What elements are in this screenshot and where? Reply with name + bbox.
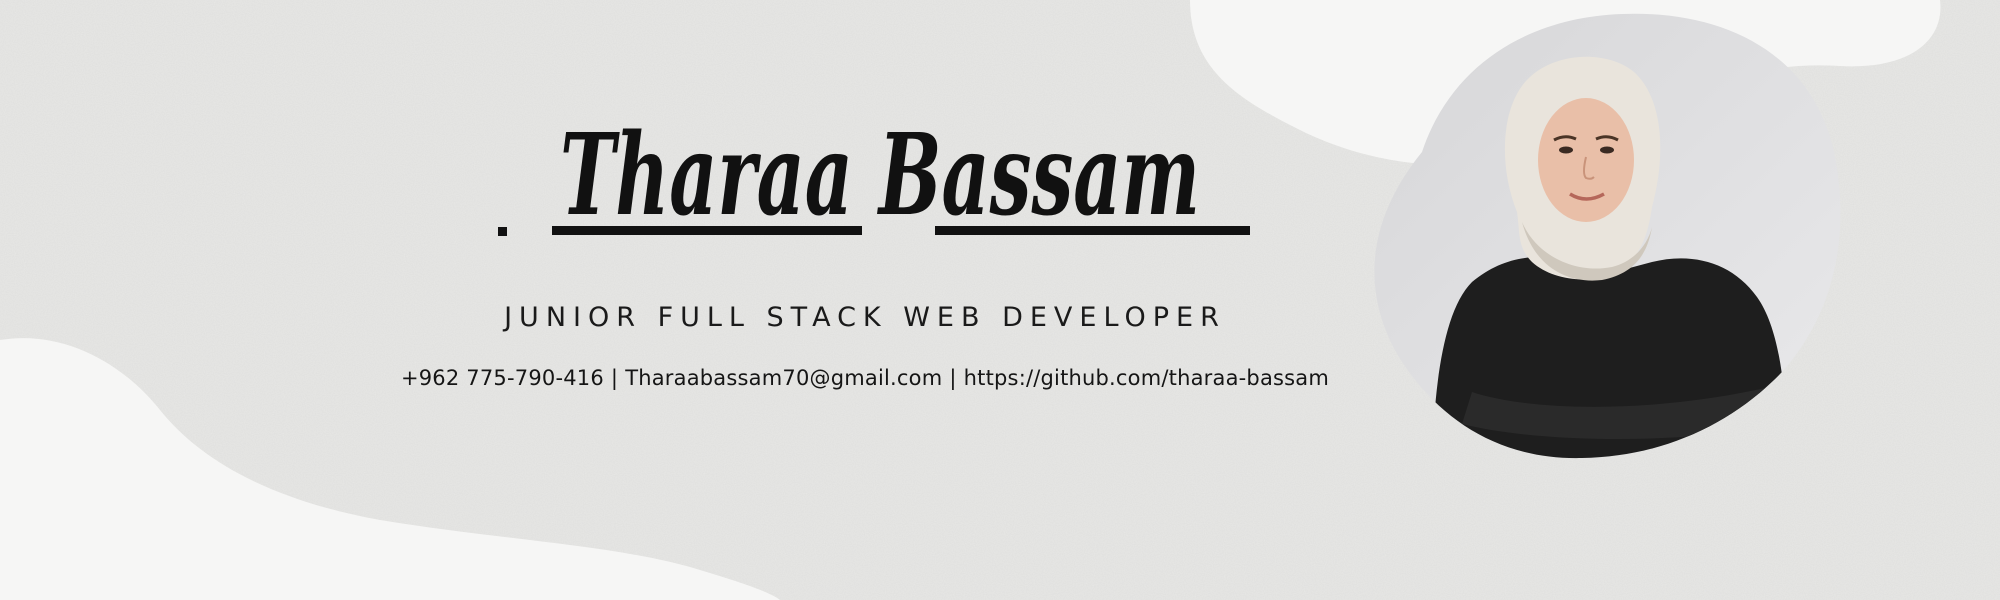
left-eye (1559, 146, 1573, 154)
github-link[interactable]: https://github.com/tharaa-bassam (964, 366, 1329, 390)
name-dot (498, 227, 507, 236)
separator: | (610, 366, 619, 390)
job-title: JUNIOR FULL STACK WEB DEVELOPER (504, 302, 1226, 333)
portrait-photo (1374, 13, 1841, 459)
profile-banner: Tharaa Bassam JUNIOR FULL STACK WEB DEVE… (0, 0, 2000, 600)
right-eye (1600, 146, 1614, 154)
profile-name-text: Tharaa Bassam (560, 110, 1200, 241)
profile-photo (1362, 12, 1844, 464)
separator: | (949, 366, 957, 390)
phone-number[interactable]: +962 775-790-416 (401, 366, 604, 390)
email-link[interactable]: Tharaabassam70@gmail.com (625, 366, 942, 390)
contact-info: +962 775-790-416 | Tharaabassam70@gmail.co… (300, 366, 1430, 390)
profile-name: Tharaa Bassam (480, 110, 1280, 270)
